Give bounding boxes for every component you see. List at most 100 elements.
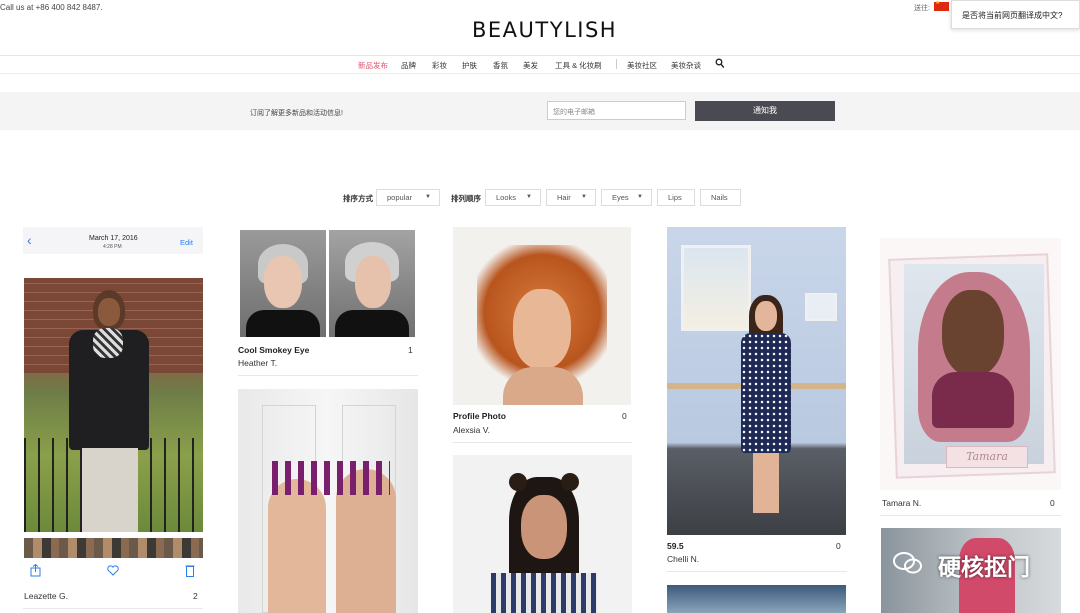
card-title[interactable]: Profile Photo: [453, 411, 506, 421]
name-tag: Tamara: [946, 446, 1028, 468]
nav-item-talk[interactable]: 美妆杂谈: [671, 60, 701, 71]
phone-contact: Call us at +86 400 842 8487.: [0, 3, 103, 12]
photo-purple-nails[interactable]: [238, 389, 418, 613]
filter-eyes-label: Eyes: [612, 193, 629, 202]
nav-item-new[interactable]: 新品发布: [358, 60, 388, 71]
phone-header: ‹ March 17, 2016 4:28 PM Edit: [23, 227, 203, 254]
like-count: 2: [193, 591, 198, 601]
thumbnail-strip[interactable]: [24, 538, 203, 558]
photo-smokey-eye-side: [329, 230, 415, 337]
filter-lips[interactable]: Lips: [657, 189, 695, 206]
card-title[interactable]: Cool Smokey Eye: [238, 345, 309, 355]
nav-item-tools[interactable]: 工具 & 化妆刷: [555, 60, 602, 71]
translate-popup[interactable]: 是否将当前网页翻译成中文?: [951, 0, 1080, 29]
look-card-tamara[interactable]: Tamara Tamara N. 0: [880, 238, 1061, 518]
card-title[interactable]: 59.5: [667, 541, 684, 551]
sort-select[interactable]: popular ▼: [376, 189, 440, 206]
nav-item-brands[interactable]: 品牌: [401, 60, 416, 71]
heart-icon[interactable]: [107, 565, 119, 576]
filter-lips-label: Lips: [668, 193, 682, 202]
header: Call us at +86 400 842 8487. BEAUTYLISH …: [0, 0, 1080, 56]
notify-button[interactable]: 通知我: [695, 101, 835, 121]
wechat-icon: [893, 552, 922, 574]
card-author[interactable]: Heather T.: [238, 358, 277, 368]
scarf: [93, 328, 123, 358]
look-card-cool-smokey-eye[interactable]: Cool Smokey Eye Heather T. 1: [238, 229, 418, 379]
face: [521, 495, 567, 559]
photo-next-look[interactable]: [667, 585, 846, 613]
purple-nails: [272, 461, 390, 495]
card-divider: [880, 515, 1061, 516]
sort-value: popular: [387, 193, 413, 202]
email-field[interactable]: 您的电子邮箱: [547, 101, 686, 120]
back-chevron-icon[interactable]: ‹: [27, 232, 32, 248]
watermark-text: 硬核抠门: [938, 555, 1030, 581]
sort-label: 排序方式: [343, 194, 373, 203]
filter-looks[interactable]: Looks ▼: [485, 189, 541, 206]
caret-down-icon: ▼: [581, 194, 587, 200]
plaid-top: [491, 573, 597, 613]
white-pants: [82, 448, 138, 532]
look-card-profile-photo[interactable]: Profile Photo Alexsia V. 0: [452, 227, 632, 445]
photo-bun-hair[interactable]: [453, 455, 632, 613]
filter-nails[interactable]: Nails: [700, 189, 741, 206]
wall-picture-large: [681, 245, 751, 331]
filter-eyes[interactable]: Eyes ▼: [601, 189, 652, 206]
filter-hair[interactable]: Hair ▼: [546, 189, 596, 206]
face: [264, 256, 302, 308]
photo-time: 4:28 PM: [103, 244, 122, 250]
filter-looks-label: Looks: [496, 193, 517, 202]
polka-dot-dress: [741, 333, 791, 453]
photo-profile: [453, 227, 631, 405]
caret-down-icon: ▼: [526, 194, 532, 200]
face: [98, 298, 120, 326]
face: [755, 301, 777, 331]
card-author[interactable]: Chelli N.: [667, 554, 699, 564]
main-nav: 新品发布 品牌 彩妆 护肤 香氛 美发 工具 & 化妆刷 美妆社区 美妆杂谈: [0, 56, 1080, 74]
filter-nails-label: Nails: [711, 193, 728, 202]
like-count: 0: [622, 411, 627, 421]
left-hand: [268, 479, 326, 613]
caret-down-icon: ▼: [637, 194, 643, 200]
like-count: 0: [836, 541, 841, 551]
look-card-59-5[interactable]: 59.5 Chelli N. 0: [666, 227, 847, 572]
site-logo[interactable]: BEAUTYLISH: [472, 18, 617, 42]
china-flag-icon[interactable]: [934, 0, 949, 11]
face: [513, 289, 571, 369]
nav-item-skincare[interactable]: 护肤: [462, 60, 477, 71]
nav-item-fragrance[interactable]: 香氛: [493, 60, 508, 71]
like-count: 1: [408, 345, 413, 355]
search-icon[interactable]: [715, 58, 725, 69]
black-top: [246, 310, 320, 337]
photo-leazette: [24, 278, 203, 532]
card-author[interactable]: Tamara N.: [882, 498, 921, 508]
card-divider: [23, 608, 203, 609]
photo-date: March 17, 2016: [89, 235, 138, 242]
card-divider: [666, 571, 847, 572]
hair-bun-right: [561, 473, 579, 491]
edit-link[interactable]: Edit: [180, 238, 193, 247]
share-icon[interactable]: [30, 564, 41, 577]
order-label: 排列顺序: [451, 194, 481, 203]
newsletter-bar: 订阅了解更多新品和活动信息! 您的电子邮箱 通知我: [0, 92, 1080, 130]
nav-item-hair[interactable]: 美发: [523, 60, 538, 71]
nav-item-community[interactable]: 美妆社区: [627, 60, 657, 71]
card-author[interactable]: Alexsia V.: [453, 425, 490, 435]
plum-scarf: [932, 372, 1014, 428]
hair-bun-left: [509, 473, 527, 491]
photo-polka-dress: [667, 227, 846, 535]
caret-down-icon: ▼: [425, 194, 431, 200]
trash-icon[interactable]: [185, 564, 195, 577]
nav-divider: [616, 59, 617, 69]
newsletter-text: 订阅了解更多新品和活动信息!: [250, 110, 343, 117]
card-divider: [452, 442, 632, 443]
shoulders: [503, 367, 583, 405]
ship-to-label: 送往:: [914, 5, 930, 12]
legs: [753, 453, 779, 513]
card-divider: [238, 375, 418, 376]
card-author[interactable]: Leazette G.: [24, 591, 68, 601]
photo-tamara: Tamara: [880, 238, 1061, 490]
nav-item-makeup[interactable]: 彩妆: [432, 60, 447, 71]
look-card-leazette[interactable]: ‹ March 17, 2016 4:28 PM Edit Leazette G…: [23, 227, 203, 613]
like-count: 0: [1050, 498, 1055, 508]
